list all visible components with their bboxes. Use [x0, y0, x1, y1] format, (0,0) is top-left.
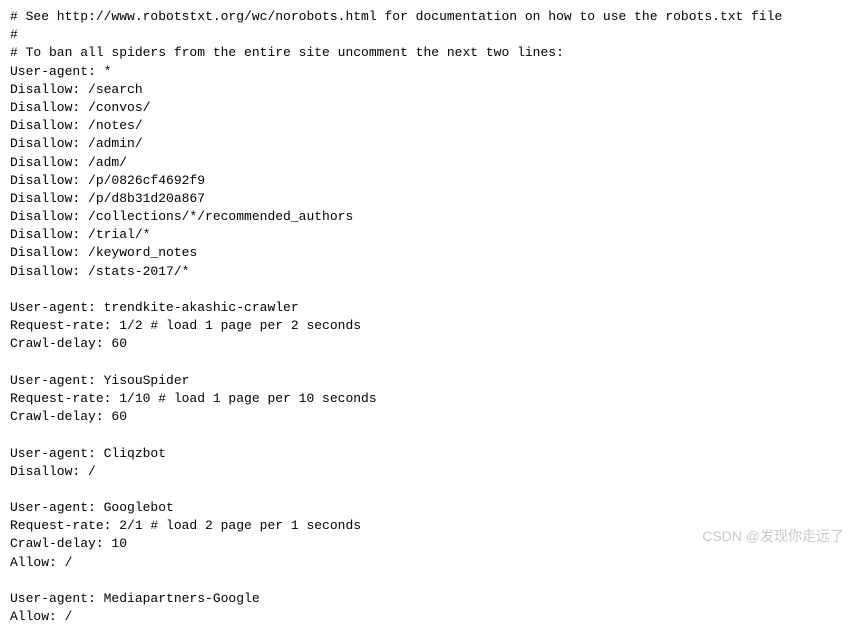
watermark: CSDN @发现你走远了 — [702, 527, 844, 547]
